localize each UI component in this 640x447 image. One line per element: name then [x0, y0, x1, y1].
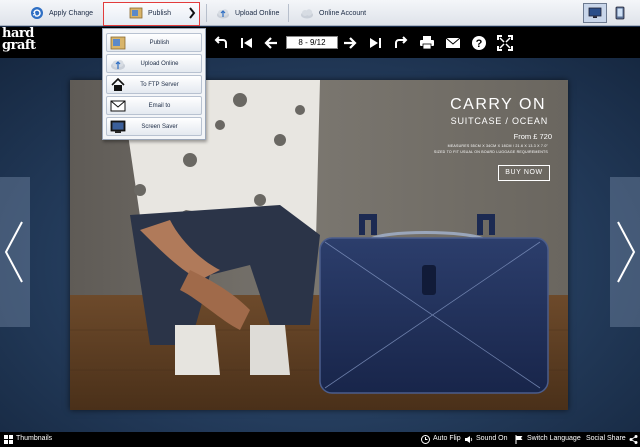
upload-online-button[interactable]: Upload Online — [210, 2, 285, 24]
print-icon[interactable] — [419, 35, 435, 51]
help-icon[interactable]: ? — [471, 35, 487, 51]
refresh-icon — [31, 7, 43, 19]
menu-item-label: Upload Online — [140, 60, 179, 67]
menu-item-publish[interactable]: Publish — [106, 33, 202, 52]
auto-flip-button[interactable]: Auto Flip — [421, 434, 461, 444]
menu-item-label: To FTP Server — [140, 81, 179, 88]
menu-item-label: Screen Saver — [141, 123, 178, 130]
ad-measures: MEASURES 55CM X 34CM X 18CM / 21.6 X 13.… — [447, 144, 548, 148]
menu-item-upload-online[interactable]: Upload Online — [106, 54, 202, 73]
ad-price: From £ 720 — [513, 132, 552, 141]
upload-online-label: Upload Online — [235, 9, 280, 17]
upload-cloud-icon — [217, 9, 229, 19]
next-page-icon[interactable] — [342, 35, 358, 51]
email-icon[interactable] — [445, 35, 461, 51]
chevron-right-icon — [617, 221, 636, 283]
apply-change-button[interactable]: Apply Change — [24, 2, 99, 24]
social-share-label: Social Share — [586, 435, 626, 442]
undo-icon[interactable] — [213, 35, 229, 51]
chevron-right-icon[interactable] — [188, 7, 196, 19]
svg-text:?: ? — [476, 38, 483, 50]
desktop-view-button[interactable] — [583, 3, 607, 23]
monitor-icon — [110, 120, 126, 133]
logo-line2: graft — [2, 38, 36, 53]
auto-flip-label: Auto Flip — [433, 435, 461, 442]
cloud-icon — [301, 9, 313, 19]
menu-item-email[interactable]: Email to — [106, 96, 202, 115]
thumbnails-label: Thumbnails — [16, 435, 53, 442]
house-icon — [111, 77, 125, 91]
envelope-icon — [110, 100, 126, 111]
sound-toggle[interactable]: Sound On — [464, 434, 508, 444]
ad-sized: SIZED TO FIT USUAL ON BOARD LUGGAGE REQU… — [433, 150, 548, 154]
main-toolbar: Apply Change Publish Upload Online Onlin… — [0, 0, 640, 26]
thumbnails-icon — [4, 434, 13, 444]
publish-button[interactable]: Publish — [123, 2, 177, 24]
ad-subtitle: SUITCASE / OCEAN — [450, 116, 548, 126]
buy-now-button[interactable]: BUY NOW — [498, 165, 550, 181]
clock-icon — [421, 434, 430, 444]
apply-change-label: Apply Change — [49, 9, 93, 17]
online-account-label: Online Account — [319, 9, 367, 17]
first-page-icon[interactable] — [239, 35, 255, 51]
social-share-button[interactable]: Social Share — [586, 434, 638, 444]
flag-icon — [515, 434, 523, 444]
phone-icon — [615, 6, 625, 20]
previous-page-icon[interactable] — [263, 35, 279, 51]
switch-language-label: Switch Language — [527, 435, 581, 442]
speaker-icon — [465, 435, 473, 443]
menu-item-label: Email to — [148, 102, 171, 109]
mobile-view-button[interactable] — [610, 3, 630, 23]
last-page-icon[interactable] — [367, 35, 383, 51]
thumbnails-button[interactable]: Thumbnails — [4, 434, 52, 444]
publish-label: Publish — [148, 9, 171, 17]
menu-item-screen-saver[interactable]: Screen Saver — [106, 117, 202, 136]
previous-page-side-button[interactable] — [0, 177, 30, 327]
share-icon — [629, 434, 638, 444]
online-account-button[interactable]: Online Account — [294, 2, 372, 24]
ad-title: CARRY ON — [450, 96, 546, 113]
monitor-icon — [588, 7, 602, 18]
menu-item-label: Publish — [149, 39, 170, 46]
menu-item-ftp-server[interactable]: To FTP Server — [106, 75, 202, 94]
toolbar-divider — [288, 4, 289, 22]
fullscreen-icon[interactable] — [497, 35, 513, 51]
publish-icon — [110, 36, 126, 49]
upload-cloud-icon — [111, 59, 125, 70]
hardgraft-logo: hard graft — [2, 27, 36, 53]
redo-icon[interactable] — [393, 35, 409, 51]
next-page-side-button[interactable] — [610, 177, 640, 327]
switch-language-button[interactable]: Switch Language — [515, 434, 581, 444]
publish-icon — [129, 7, 143, 19]
publish-dropdown-menu: Publish Upload Online To FTP Server Emai… — [102, 28, 206, 140]
page-number-field[interactable]: 8 - 9/12 — [286, 36, 338, 49]
toolbar-divider — [206, 4, 207, 22]
sound-label: Sound On — [476, 435, 508, 442]
chevron-left-icon — [4, 221, 23, 283]
